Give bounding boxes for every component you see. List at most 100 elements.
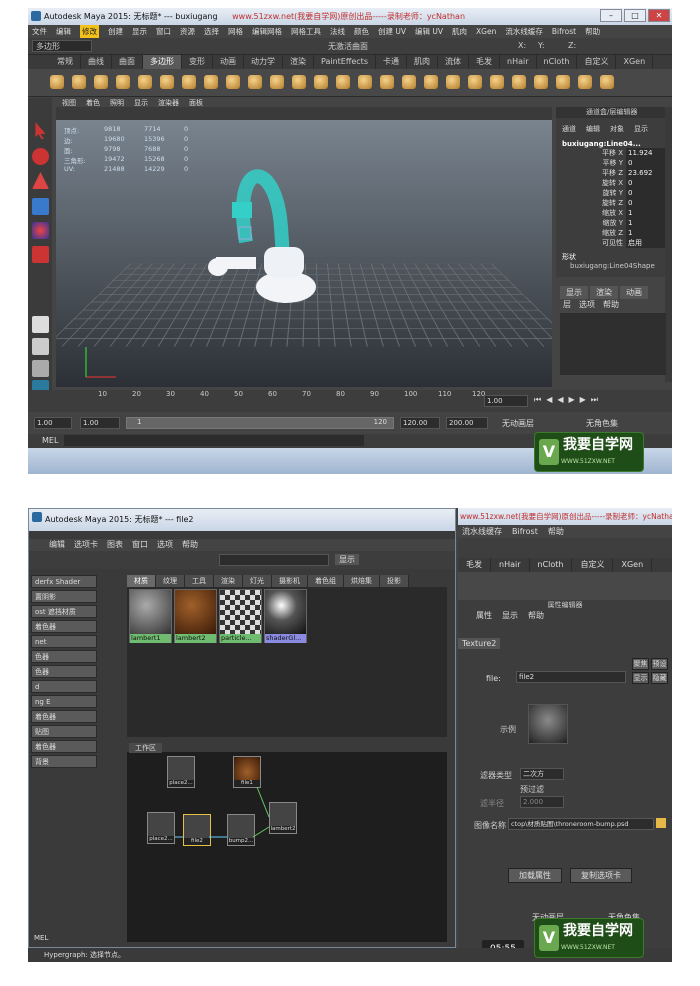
shelf-tab[interactable]: 曲面 (112, 55, 143, 69)
shelf-tab[interactable]: 自定义 (577, 55, 617, 69)
poly-primitive-icon[interactable] (490, 75, 504, 89)
current-frame-field[interactable]: 1.00 (484, 395, 528, 407)
create-node-button[interactable]: 着色器 (31, 620, 97, 633)
attr-value[interactable]: 11.924 (626, 148, 666, 158)
menu-item[interactable]: XGen (476, 25, 496, 38)
layer-tab[interactable]: 动画 (620, 286, 648, 299)
shelf-tab[interactable]: nHair (491, 558, 530, 572)
shelf-tab[interactable]: XGen (616, 55, 654, 69)
create-node-button[interactable]: 置阴影 (31, 590, 97, 603)
folder-icon[interactable] (656, 818, 666, 828)
shelf-tab[interactable]: 毛发 (458, 558, 491, 572)
hypershade-tab[interactable]: 纹理 (156, 575, 185, 587)
channel-attr-row[interactable]: 旋转 X0 (556, 178, 666, 188)
prefilter-checkbox[interactable]: 预过滤 (520, 784, 544, 795)
hypershade-tab[interactable]: 烘焙集 (344, 575, 380, 587)
attr-editor-button[interactable]: 预设 (651, 658, 668, 670)
menu-item[interactable]: 法线 (330, 25, 345, 38)
mode-dropdown[interactable]: 多边形 (32, 40, 92, 52)
maximize-button[interactable]: □ (624, 9, 646, 22)
menu-item[interactable]: 创建 UV (378, 25, 406, 38)
poly-primitive-icon[interactable] (468, 75, 482, 89)
attr-editor-button[interactable]: 显示 (632, 672, 649, 684)
hypershade-tab[interactable]: 摄影机 (272, 575, 308, 587)
shelf-tab[interactable]: 渲染 (283, 55, 314, 69)
attr-value[interactable]: 23.692 (626, 168, 666, 178)
menu-item[interactable]: 网格工具 (291, 25, 321, 38)
shelf-tab[interactable]: 多边形 (143, 55, 182, 69)
shelf-tab[interactable]: nCloth (537, 55, 578, 69)
mel-input[interactable] (64, 435, 364, 446)
poly-primitive-icon[interactable] (336, 75, 350, 89)
create-node-button[interactable]: 色器 (31, 650, 97, 663)
poly-primitive-icon[interactable] (182, 75, 196, 89)
menu-item[interactable]: 修改 (80, 25, 99, 38)
channel-attr-row[interactable]: 平移 X 11.924 (556, 148, 666, 158)
hypershade-menu-item[interactable]: 窗口 (132, 539, 148, 551)
channel-attr-row[interactable]: 平移 Y0 (556, 158, 666, 168)
prefilter-radius-field[interactable]: 2.000 (520, 796, 564, 808)
create-node-button[interactable]: derfx Shader (31, 575, 97, 588)
poly-primitive-icon[interactable] (380, 75, 394, 89)
range-slider-bar[interactable]: 1 120 (126, 417, 394, 429)
playback-end-field[interactable]: 120.00 (400, 417, 440, 429)
channel-attr-row[interactable]: 可见性 启用 (556, 238, 666, 248)
layer-tab[interactable]: 渲染 (590, 286, 618, 299)
lasso-tool-icon[interactable] (32, 148, 49, 165)
move-tool-icon[interactable] (32, 198, 49, 215)
filter-type-dropdown[interactable]: 二次方 (520, 768, 564, 780)
shelf-tab[interactable]: 肌肉 (407, 55, 438, 69)
menu-item[interactable]: Bifrost (512, 525, 538, 538)
attr-value[interactable]: 1 (626, 228, 666, 238)
shelf-tab[interactable]: 动画 (213, 55, 244, 69)
create-node-button[interactable]: d (31, 680, 97, 693)
channel-menu-item[interactable]: 显示 (634, 124, 648, 134)
menu-item[interactable]: 肌肉 (452, 25, 467, 38)
layer-menu-item[interactable]: 层 (563, 299, 571, 310)
poly-primitive-icon[interactable] (226, 75, 240, 89)
channel-menu-item[interactable]: 对象 (610, 124, 624, 134)
poly-primitive-icon[interactable] (292, 75, 306, 89)
attr-value[interactable]: 1 (626, 218, 666, 228)
menu-item[interactable]: 流水线缓存 (505, 25, 543, 38)
menu-item[interactable]: 显示 (132, 25, 147, 38)
range-end-field[interactable]: 200.00 (446, 417, 488, 429)
channel-attr-row[interactable]: 旋转 Z0 (556, 198, 666, 208)
menu-item[interactable]: 编辑网格 (252, 25, 282, 38)
create-node-button[interactable]: net (31, 635, 97, 648)
hypershade-tab[interactable]: 渲染 (214, 575, 243, 587)
create-node-button[interactable]: 色器 (31, 665, 97, 678)
node-tab[interactable]: Texture2 (458, 638, 501, 649)
work-area[interactable]: 工作区 place2... file1 place2... file2 bump2...… (127, 743, 447, 942)
playback-start-field[interactable]: 1.00 (80, 417, 120, 429)
shelf-tab[interactable]: 毛发 (469, 55, 500, 69)
menu-item[interactable]: 网格 (228, 25, 243, 38)
shelf-tab[interactable]: XGen (613, 558, 653, 572)
layer-menu-item[interactable]: 选项 (579, 299, 595, 310)
minimize-button[interactable]: – (600, 9, 622, 22)
menu-item[interactable]: 选择 (204, 25, 219, 38)
hypershade-tab[interactable]: 着色组 (308, 575, 344, 587)
poly-primitive-icon[interactable] (116, 75, 130, 89)
poly-primitive-icon[interactable] (358, 75, 372, 89)
menu-item[interactable]: 文件 (32, 25, 47, 38)
attr-menu-item[interactable]: 帮助 (528, 610, 544, 624)
shelf-tab[interactable]: 常规 (50, 55, 81, 69)
attr-value[interactable]: 0 (626, 188, 666, 198)
attr-menu-item[interactable]: 显示 (502, 610, 518, 624)
paint-select-tool-icon[interactable] (32, 172, 49, 189)
poly-primitive-icon[interactable] (512, 75, 526, 89)
hypershade-tab[interactable]: 材质 (127, 575, 156, 587)
poly-primitive-icon[interactable] (402, 75, 416, 89)
material-swatch[interactable]: particle... (219, 589, 262, 643)
poly-primitive-icon[interactable] (556, 75, 570, 89)
shelf-tab[interactable]: nCloth (530, 558, 573, 572)
shelf-tab[interactable]: 动力学 (244, 55, 283, 69)
channel-attr-row[interactable]: 缩放 Z1 (556, 228, 666, 238)
poly-primitive-icon[interactable] (72, 75, 86, 89)
shelf-tab[interactable]: nHair (500, 55, 537, 69)
material-swatch[interactable]: shaderGl... (264, 589, 307, 643)
create-node-button[interactable]: ng E (31, 695, 97, 708)
viewport-3d[interactable]: 顶点: 9818 7714 0 边: 19680 15396 0 面: 9798 7688 0 三角形:… (56, 107, 552, 387)
channel-menu-item[interactable]: 编辑 (586, 124, 600, 134)
